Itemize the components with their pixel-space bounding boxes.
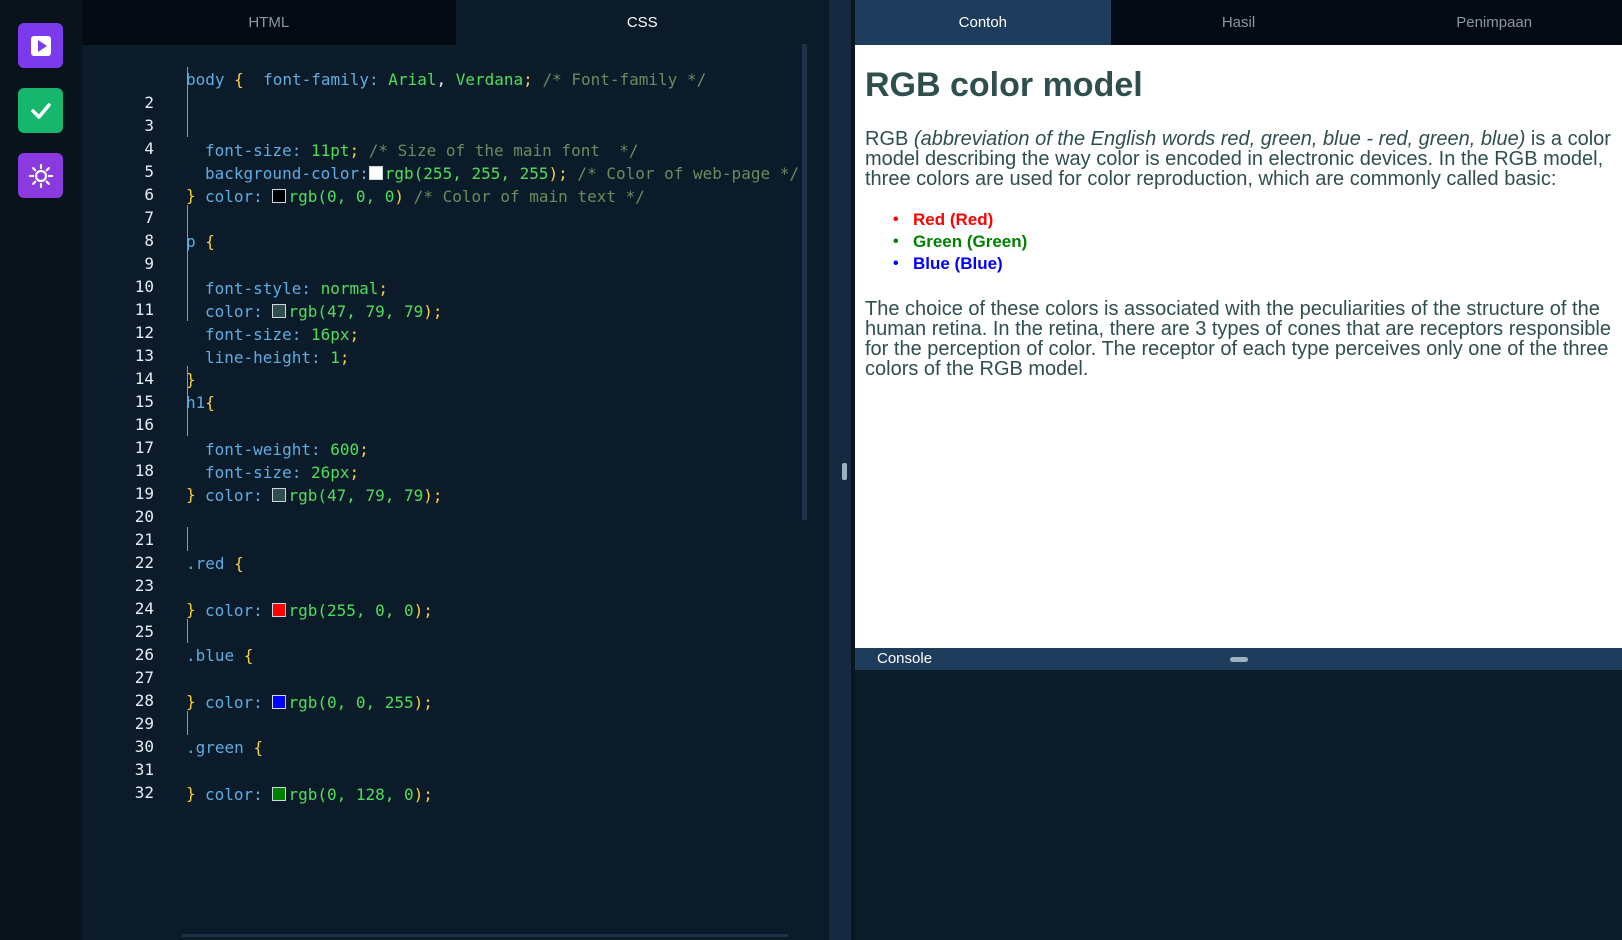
code-line: 13 } (82, 320, 822, 389)
code-line: 18 } (82, 435, 822, 504)
play-icon (30, 35, 52, 57)
code-line: 2 font-size: 11pt; /* Size of the main f… (82, 67, 822, 160)
panel-splitter[interactable] (829, 0, 851, 940)
code-line: 14 h1{ (82, 343, 822, 412)
preview-heading: RGB color model (865, 66, 1143, 104)
console-label: Console (877, 650, 933, 667)
console-header[interactable]: Console (855, 648, 1622, 670)
color-swatch[interactable] (272, 787, 287, 801)
code-line: 7 p { (82, 182, 822, 251)
splitter-grip-icon[interactable] (842, 463, 847, 480)
console-resize-icon[interactable] (1230, 657, 1248, 662)
code-line: 25 .blue { (82, 596, 822, 665)
check-button[interactable] (18, 88, 63, 133)
code-line: 3 background-color: rgb(255, 255, 255); /… (82, 90, 822, 183)
editor-horizontal-scrollbar[interactable] (182, 934, 788, 937)
code-line: 11 line-height: 1; (82, 274, 822, 367)
code-line: 6 (82, 159, 822, 204)
tab-contoh[interactable]: Contoh (855, 0, 1111, 45)
code-brace: } (186, 784, 196, 803)
preview-emphasis: (abbreviation of the English words red, … (913, 128, 1526, 150)
code-line: 9 color: rgb(47, 79, 79); (82, 228, 822, 321)
code-line: 30 color: rgb(0, 128, 0); (82, 711, 822, 804)
code-line: 4 color: rgb(0, 0, 0) /* Color of main t… (82, 113, 822, 206)
list-item-green: Green (Green) (893, 231, 1612, 253)
code-line: 16 font-size: 26px; (82, 389, 822, 482)
code-line: 21 .red { (82, 504, 822, 573)
list-item-red: Red (Red) (893, 209, 1612, 231)
code-line: 10 font-size: 16px; (82, 251, 822, 344)
code-line: 28 (82, 665, 822, 710)
code-line: 27 } (82, 642, 822, 711)
tab-html[interactable]: HTML (82, 0, 456, 45)
console-output[interactable] (855, 670, 1622, 940)
code-line: 26 color: rgb(0, 0, 255); (82, 619, 822, 712)
code-line: 22 color: rgb(255, 0, 0); (82, 527, 822, 620)
code-value: 0, 128, 0 (326, 785, 414, 804)
code-line: body { font-family: Arial, Verdana; /* F… (82, 44, 822, 89)
code-line: 31 } (82, 734, 822, 803)
sun-icon (28, 163, 54, 189)
settings-button[interactable] (18, 153, 63, 198)
code-area[interactable]: body { font-family: Arial, Verdana; /* F… (82, 44, 829, 884)
code-line: 19 (82, 458, 822, 503)
css-editor-panel: HTML CSS body { font-family: Arial, Verd… (82, 0, 829, 940)
code-property: color: (205, 785, 273, 804)
code-line: 12 (82, 297, 822, 342)
tab-hasil[interactable]: Hasil (1111, 0, 1367, 45)
code-line: 24 (82, 573, 822, 618)
check-icon (29, 99, 53, 123)
preview-text: RGB (865, 128, 914, 150)
code-line: 23 } (82, 550, 822, 619)
code-line: 20 (82, 481, 822, 526)
preview-panel: Contoh Hasil Penimpaan RGB color model R… (855, 0, 1622, 940)
code-line: 5 } (82, 136, 822, 205)
code-punct: ); (413, 785, 433, 804)
code-line: 29 .green { (82, 688, 822, 757)
preview-tabs: Contoh Hasil Penimpaan (855, 0, 1622, 45)
left-rail (0, 0, 82, 940)
preview-frame: RGB color model RGB (abbreviation of the… (855, 45, 1622, 648)
editor-tabs: HTML CSS (82, 0, 829, 45)
code-line: 15 font-weight: 600; (82, 366, 822, 459)
tab-penimpaan[interactable]: Penimpaan (1366, 0, 1622, 45)
run-button[interactable] (18, 23, 63, 68)
preview-color-list: Red (Red) Green (Green) Blue (Blue) (865, 209, 1612, 275)
code-function: rgb( (288, 785, 327, 804)
code-line: 17 color: rgb(47, 79, 79); (82, 412, 822, 505)
preview-paragraph-2: The choice of these colors is associated… (865, 298, 1611, 380)
list-item-blue: Blue (Blue) (893, 253, 1612, 275)
line-number: 32 (134, 783, 154, 802)
preview-paragraph-1: RGB (abbreviation of the English words r… (865, 129, 1612, 189)
editor-vertical-scrollbar[interactable] (802, 44, 807, 520)
tab-css[interactable]: CSS (455, 0, 829, 45)
code-line: 32 (82, 757, 822, 802)
code-line: 8 font-style: normal; (82, 205, 822, 298)
